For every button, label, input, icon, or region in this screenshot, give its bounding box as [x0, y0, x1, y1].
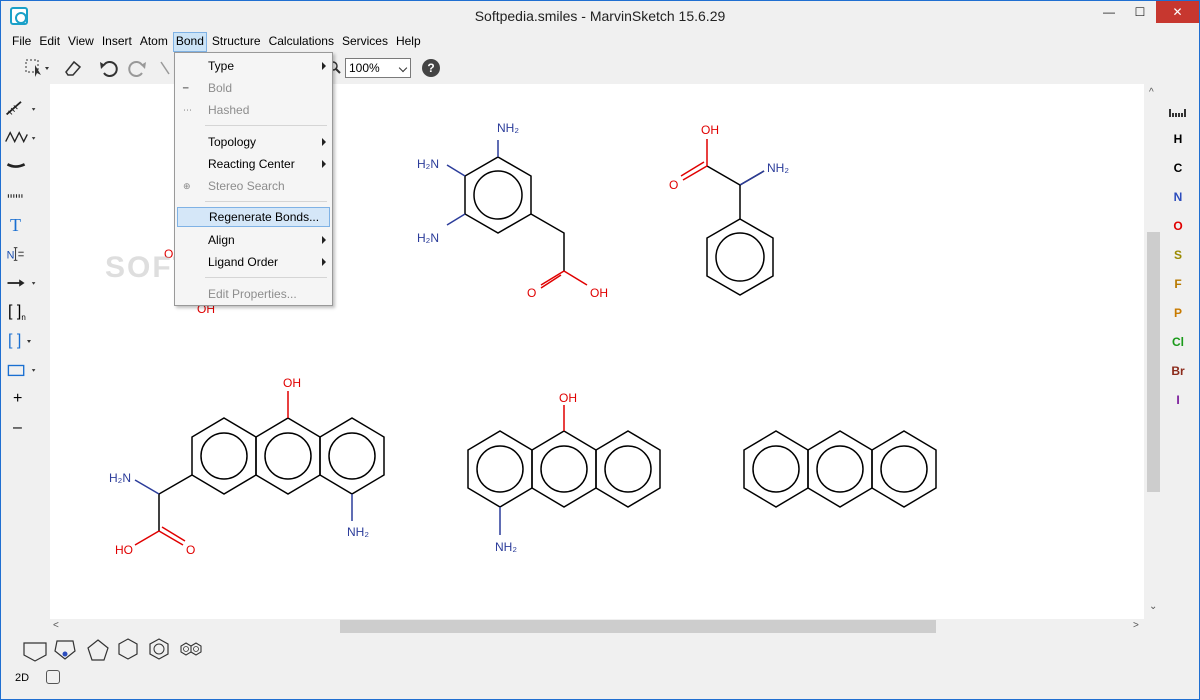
- submenu-arrow-icon: [322, 62, 326, 70]
- molecule-triaminophenylacetic-acid[interactable]: [446, 140, 588, 289]
- mol3-o-label: O: [186, 543, 195, 557]
- submenu-arrow-icon: [322, 160, 326, 168]
- cyclohexane-icon[interactable]: [118, 638, 138, 660]
- element-f-button[interactable]: F: [1164, 273, 1192, 295]
- mol1-nh2-label: NH₂: [497, 121, 519, 135]
- periodic-table-icon[interactable]: [1164, 102, 1192, 124]
- bond-menu-type[interactable]: Type: [177, 56, 330, 76]
- element-palette: H C N O S F P Cl Br I: [1164, 96, 1192, 426]
- clean-structure-icon[interactable]: [46, 670, 60, 684]
- menu-separator: [205, 201, 327, 202]
- element-o-button[interactable]: O: [1164, 215, 1192, 237]
- scroll-down-icon[interactable]: ⌄: [1149, 601, 1157, 612]
- stereo-search-icon: ⊕: [183, 180, 191, 191]
- pyrrole-icon[interactable]: [54, 640, 76, 660]
- mol3-ho-label: HO: [115, 543, 133, 557]
- mol1-o-label: O: [527, 286, 536, 300]
- element-i-button[interactable]: I: [1164, 389, 1192, 411]
- mol1-h2n-label-1: H₂N: [417, 157, 439, 171]
- bond-menu-ligand-order[interactable]: Ligand Order: [177, 252, 330, 272]
- element-n-button[interactable]: N: [1164, 186, 1192, 208]
- hashed-bond-icon: ⋯: [183, 104, 192, 115]
- cyclopentane-icon[interactable]: [87, 639, 109, 661]
- scroll-left-icon[interactable]: <: [53, 620, 59, 631]
- mol2-nh2-label: NH₂: [767, 161, 789, 175]
- bond-menu-bold[interactable]: ━ Bold: [177, 78, 330, 98]
- molecule-anthracene[interactable]: [743, 430, 937, 508]
- molecule-aminoanthracenol[interactable]: [467, 405, 661, 535]
- mol3-nh2-label: NH₂: [347, 525, 369, 539]
- mol3-oh-label: OH: [283, 376, 301, 390]
- submenu-arrow-icon: [322, 236, 326, 244]
- menu-separator: [205, 125, 327, 126]
- mol1-oh-label: OH: [590, 286, 608, 300]
- mol2-oh-label: OH: [701, 123, 719, 137]
- pentagon-open-icon[interactable]: [23, 642, 47, 662]
- bond-menu-align[interactable]: Align: [177, 230, 330, 250]
- element-p-button[interactable]: P: [1164, 302, 1192, 324]
- bold-bond-icon: ━: [183, 82, 189, 93]
- scroll-up-icon[interactable]: ^: [1149, 87, 1154, 98]
- template-toolbar: [23, 638, 202, 662]
- bond-menu-reacting-center[interactable]: Reacting Center: [177, 154, 330, 174]
- mol3-h2n-label: H₂N: [109, 471, 131, 485]
- bond-menu-topology[interactable]: Topology: [177, 132, 330, 152]
- mol1-h2n-label-2: H₂N: [417, 231, 439, 245]
- horizontal-scroll-thumb[interactable]: [340, 620, 936, 633]
- naphthalene-icon[interactable]: [180, 642, 202, 656]
- submenu-arrow-icon: [322, 138, 326, 146]
- element-cl-button[interactable]: Cl: [1164, 331, 1192, 353]
- benzene-icon[interactable]: [149, 638, 169, 660]
- mol2-o-label: O: [669, 178, 678, 192]
- molecule-anthracene-amino-acid[interactable]: [134, 391, 385, 546]
- bond-menu-hashed[interactable]: ⋯ Hashed: [177, 100, 330, 120]
- bond-menu-regenerate-bonds[interactable]: Regenerate Bonds...: [177, 207, 330, 227]
- menu-separator: [205, 277, 327, 278]
- mol4-oh-label: OH: [559, 391, 577, 405]
- bond-menu-stereo-search[interactable]: ⊕ Stereo Search: [177, 176, 330, 196]
- molecule-phenylglycine[interactable]: [680, 139, 774, 296]
- element-h-button[interactable]: H: [1164, 128, 1192, 150]
- submenu-arrow-icon: [322, 258, 326, 266]
- scroll-right-icon[interactable]: >: [1133, 620, 1139, 631]
- dimension-mode[interactable]: 2D: [15, 672, 29, 684]
- app-window: Softpedia.smiles - MarvinSketch 15.6.29 …: [0, 0, 1200, 700]
- element-s-button[interactable]: S: [1164, 244, 1192, 266]
- bond-menu-edit-properties[interactable]: Edit Properties...: [177, 284, 330, 304]
- bond-menu: Type ━ Bold ⋯ Hashed Topology Reacting C…: [174, 52, 333, 306]
- element-c-button[interactable]: C: [1164, 157, 1192, 179]
- element-br-button[interactable]: Br: [1164, 360, 1192, 382]
- vertical-scroll-thumb[interactable]: [1147, 232, 1160, 492]
- mol4-nh2-label: NH₂: [495, 540, 517, 554]
